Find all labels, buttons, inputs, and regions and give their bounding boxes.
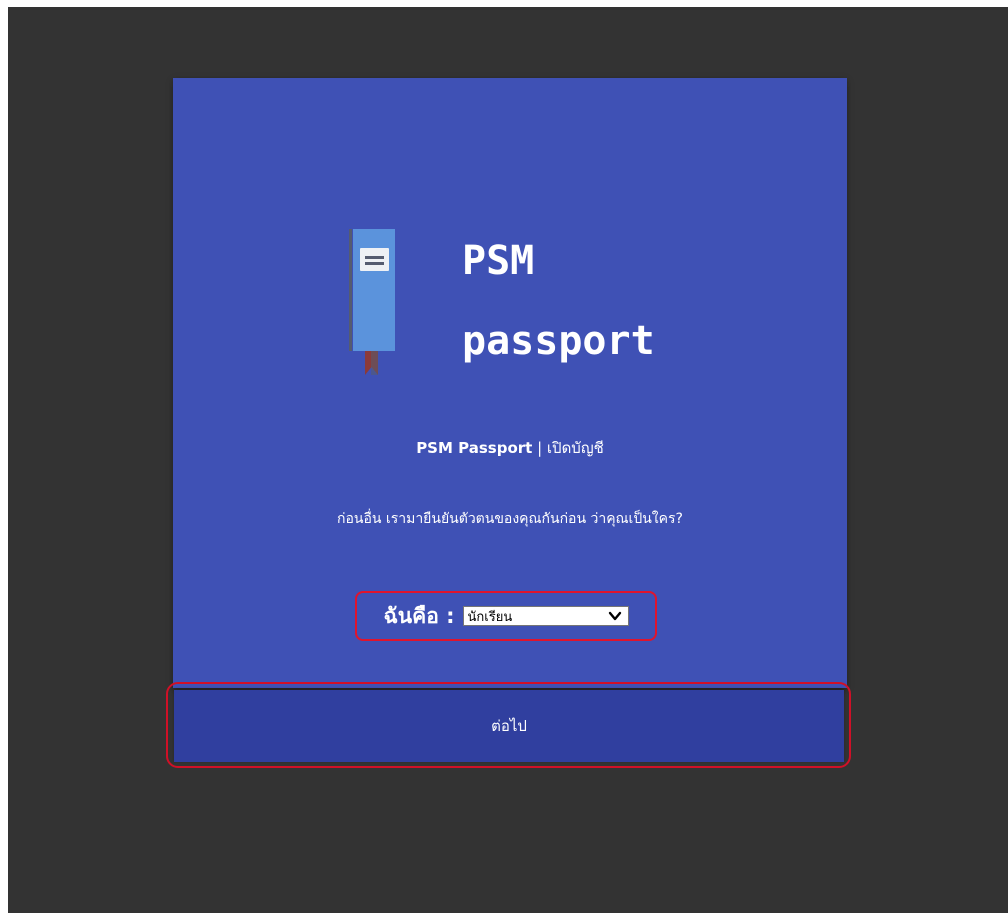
intro-text: ก่อนอื่น เรามายืนยันตัวตนของคุณกันก่อน ว… [337, 511, 683, 527]
role-select-value: นักเรียน [467, 609, 513, 625]
next-button-highlight: ต่อไป [166, 682, 851, 768]
book-icon [349, 229, 395, 375]
chevron-down-icon [608, 611, 621, 621]
role-select[interactable]: นักเรียน [462, 606, 629, 626]
psm-passport-logo: PSM passport [347, 228, 687, 378]
role-selector-group: ฉันคือ : นักเรียน [355, 591, 657, 641]
title-separator: | [532, 439, 547, 457]
logo-line-psm: PSM [462, 238, 535, 284]
page-title: PSM Passport | เปิดบัญชี [173, 436, 847, 460]
page-name: เปิดบัญชี [546, 439, 604, 457]
signup-card: PSM passport PSM Passport | เปิดบัญชี ก่… [173, 78, 847, 688]
role-label: ฉันคือ : [383, 603, 455, 628]
page-background: PSM passport PSM Passport | เปิดบัญชี ก่… [8, 7, 1008, 913]
next-button[interactable]: ต่อไป [174, 690, 844, 762]
app-name: PSM Passport [416, 439, 533, 457]
logo-wordmark: PSM passport [462, 228, 655, 374]
logo-line-passport: passport [462, 318, 655, 364]
